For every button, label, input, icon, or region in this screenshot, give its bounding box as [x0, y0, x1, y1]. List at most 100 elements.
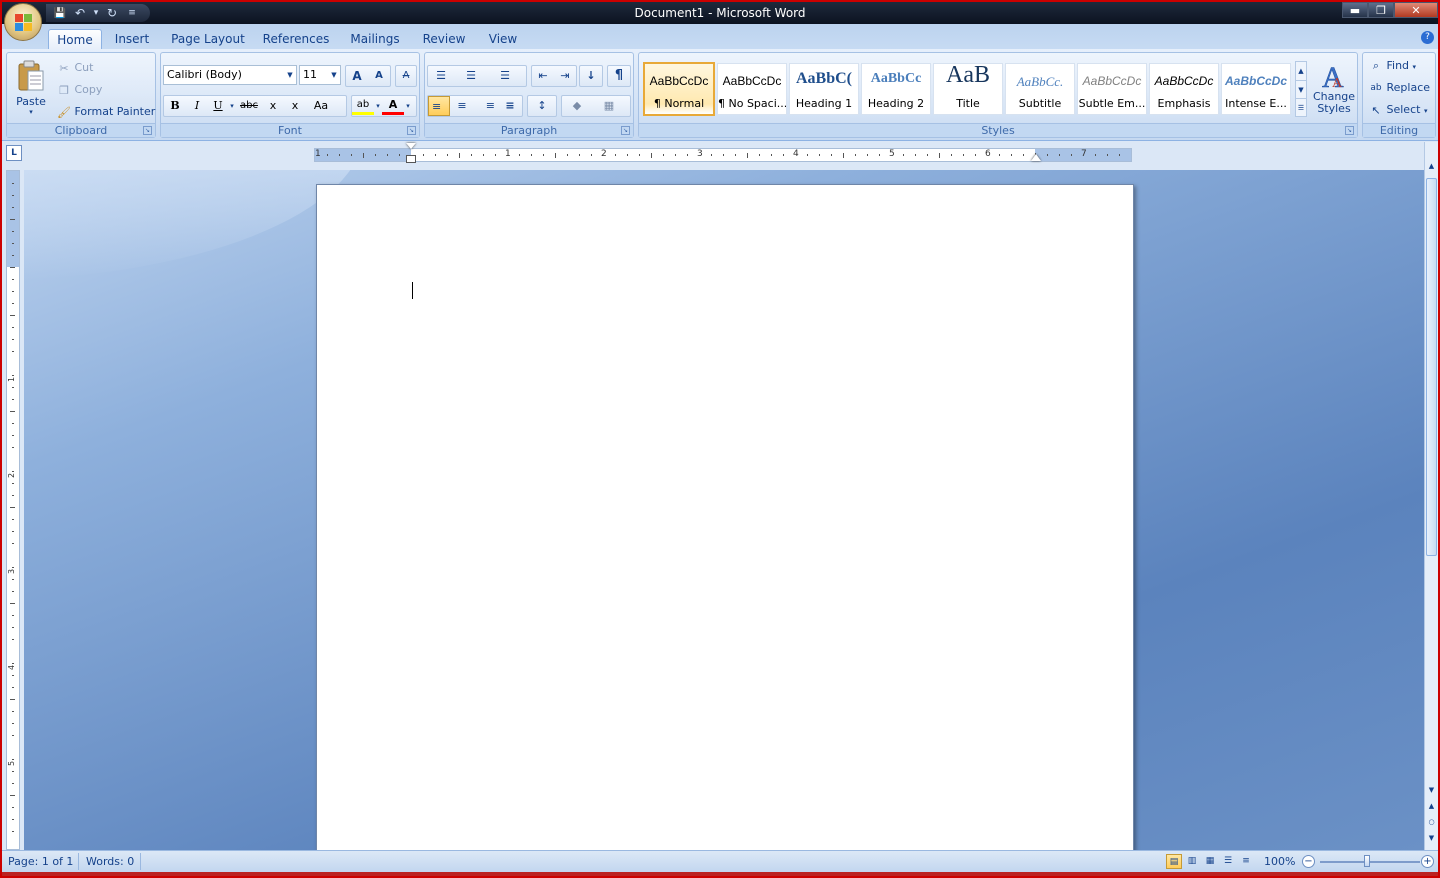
format-painter-button[interactable]: 🖌 Format Painter [57, 105, 155, 119]
style-heading-2[interactable]: AaBbCc Heading 2 [861, 63, 931, 115]
bullets-icon[interactable]: ☰ [428, 66, 454, 86]
customize-qat-icon[interactable]: ≡ [124, 8, 140, 18]
office-button[interactable] [4, 3, 42, 41]
decrease-indent-icon[interactable]: ⇤ [532, 66, 554, 86]
gallery-more-icon[interactable]: ☰ [1296, 98, 1306, 116]
zoom-out-button[interactable]: − [1302, 855, 1315, 868]
subscript-button[interactable]: x [262, 96, 284, 116]
restore-button[interactable]: ❐ [1368, 2, 1394, 18]
align-center-icon[interactable]: ≡ [450, 96, 474, 116]
vertical-ruler[interactable]: 1 2 3 4 5 [6, 170, 20, 850]
superscript-button[interactable]: x [284, 96, 306, 116]
numbering-icon[interactable]: ☰ [454, 66, 488, 86]
shrink-font-button[interactable]: A [368, 66, 390, 86]
sort-icon[interactable]: ↓ [580, 66, 602, 86]
zoom-slider-thumb[interactable] [1364, 855, 1370, 867]
undo-dropdown-icon[interactable]: ▾ [92, 8, 100, 18]
pilcrow-icon[interactable]: ¶ [608, 66, 630, 86]
multilevel-list-icon[interactable]: ☰ [488, 66, 522, 86]
style-normal[interactable]: AaBbCcDc ¶ Normal [643, 62, 715, 116]
highlight-dropdown-icon[interactable]: ▾ [374, 96, 382, 116]
font-color-dropdown-icon[interactable]: ▾ [404, 96, 412, 116]
tab-mailings[interactable]: Mailings [344, 29, 406, 50]
cut-button[interactable]: ✂ Cut [57, 61, 93, 75]
align-left-icon[interactable]: ≡ [428, 96, 450, 116]
change-case-button[interactable]: Aa [306, 96, 336, 116]
outline-view-icon[interactable]: ☰ [1220, 854, 1236, 869]
left-indent-marker[interactable] [406, 155, 416, 163]
tab-review[interactable]: Review [418, 29, 470, 50]
web-layout-view-icon[interactable]: ▦ [1202, 854, 1218, 869]
strikethrough-button[interactable]: abc [236, 96, 262, 116]
borders-icon[interactable]: ▦ [592, 96, 626, 116]
zoom-in-button[interactable]: + [1421, 855, 1434, 868]
highlight-button[interactable]: ab [352, 97, 374, 115]
line-spacing-icon[interactable]: ↕ [528, 96, 556, 116]
font-size-box[interactable]: 11 ▼ [299, 65, 341, 85]
previous-page-icon[interactable]: ▲ [1425, 800, 1438, 812]
tab-references[interactable]: References [260, 29, 332, 50]
word-count[interactable]: Words: 0 [86, 855, 134, 868]
document-page[interactable] [316, 184, 1134, 850]
page-count[interactable]: Page: 1 of 1 [8, 855, 73, 868]
align-right-icon[interactable]: ≡ [474, 96, 498, 116]
styles-dialog-launcher-icon[interactable]: ↘ [1345, 126, 1354, 135]
close-button[interactable]: ✕ [1394, 2, 1438, 18]
find-button[interactable]: ⌕ Find ▾ [1369, 59, 1416, 73]
font-dialog-launcher-icon[interactable]: ↘ [407, 126, 416, 135]
help-icon[interactable]: ? [1421, 31, 1434, 44]
clipboard-dialog-launcher-icon[interactable]: ↘ [143, 126, 152, 135]
next-page-icon[interactable]: ▼ [1425, 832, 1438, 844]
copy-button[interactable]: ❐ Copy [57, 83, 102, 97]
gallery-down-icon[interactable]: ▼ [1296, 80, 1306, 98]
draft-view-icon[interactable]: ≡ [1238, 854, 1254, 869]
undo-icon[interactable]: ↶ [72, 6, 88, 20]
scroll-up-icon[interactable]: ▲ [1425, 160, 1438, 172]
italic-button[interactable]: I [186, 96, 208, 116]
underline-dropdown-icon[interactable]: ▾ [228, 96, 236, 116]
font-size-dropdown-icon[interactable]: ▼ [328, 66, 340, 84]
underline-button[interactable]: U [208, 96, 228, 116]
font-name-box[interactable]: Calibri (Body) ▼ [163, 65, 297, 85]
horizontal-ruler[interactable]: 1 1 2 3 4 5 6 7 [314, 143, 1132, 163]
style-no-spacing[interactable]: AaBbCcDc ¶ No Spaci... [717, 63, 787, 115]
paste-dropdown-icon[interactable]: ▾ [11, 108, 51, 116]
tab-page-layout[interactable]: Page Layout [168, 29, 248, 50]
zoom-level[interactable]: 100% [1264, 855, 1295, 868]
paste-button[interactable]: Paste ▾ [11, 57, 51, 119]
change-styles-button[interactable]: A A Change Styles [1311, 59, 1357, 115]
full-screen-reading-view-icon[interactable]: ▥ [1184, 854, 1200, 869]
grow-font-button[interactable]: A [346, 66, 368, 86]
browse-object-icon[interactable]: ○ [1425, 816, 1438, 828]
font-color-button[interactable]: A [382, 97, 404, 115]
font-name-dropdown-icon[interactable]: ▼ [284, 66, 296, 84]
redo-icon[interactable]: ↻ [104, 6, 120, 20]
justify-icon[interactable]: ≡ [498, 96, 522, 116]
right-indent-marker[interactable] [1031, 154, 1041, 161]
style-subtitle[interactable]: AaBbCc. Subtitle [1005, 63, 1075, 115]
style-title[interactable]: AaB Title [933, 62, 1003, 115]
increase-indent-icon[interactable]: ⇥ [554, 66, 576, 86]
gallery-up-icon[interactable]: ▲ [1296, 62, 1306, 80]
find-dropdown-icon[interactable]: ▾ [1413, 63, 1417, 71]
select-dropdown-icon[interactable]: ▾ [1424, 107, 1428, 115]
print-layout-view-icon[interactable]: ▤ [1166, 854, 1182, 869]
style-intense-emphasis[interactable]: AaBbCcDc Intense E... [1221, 63, 1291, 115]
replace-button[interactable]: ab Replace [1369, 81, 1430, 94]
select-button[interactable]: ↖ Select ▾ [1369, 103, 1427, 117]
style-emphasis[interactable]: AaBbCcDc Emphasis [1149, 63, 1219, 115]
tab-view[interactable]: View [482, 29, 524, 50]
vertical-scrollbar[interactable]: ▲ ▼ ▲ ○ ▼ [1424, 142, 1438, 850]
save-icon[interactable]: 💾 [52, 8, 68, 19]
scroll-thumb[interactable] [1426, 178, 1437, 556]
zoom-slider-track[interactable] [1320, 861, 1420, 863]
clear-formatting-button[interactable]: A [396, 66, 416, 86]
tab-insert[interactable]: Insert [108, 29, 156, 50]
paragraph-dialog-launcher-icon[interactable]: ↘ [621, 126, 630, 135]
style-heading-1[interactable]: AaBbC( Heading 1 [789, 63, 859, 115]
minimize-button[interactable]: ▬ [1342, 2, 1368, 18]
tab-home[interactable]: Home [48, 29, 102, 50]
bold-button[interactable]: B [164, 96, 186, 116]
tab-selector-button[interactable]: L [6, 145, 22, 161]
shading-icon[interactable]: ◆ [562, 96, 592, 116]
